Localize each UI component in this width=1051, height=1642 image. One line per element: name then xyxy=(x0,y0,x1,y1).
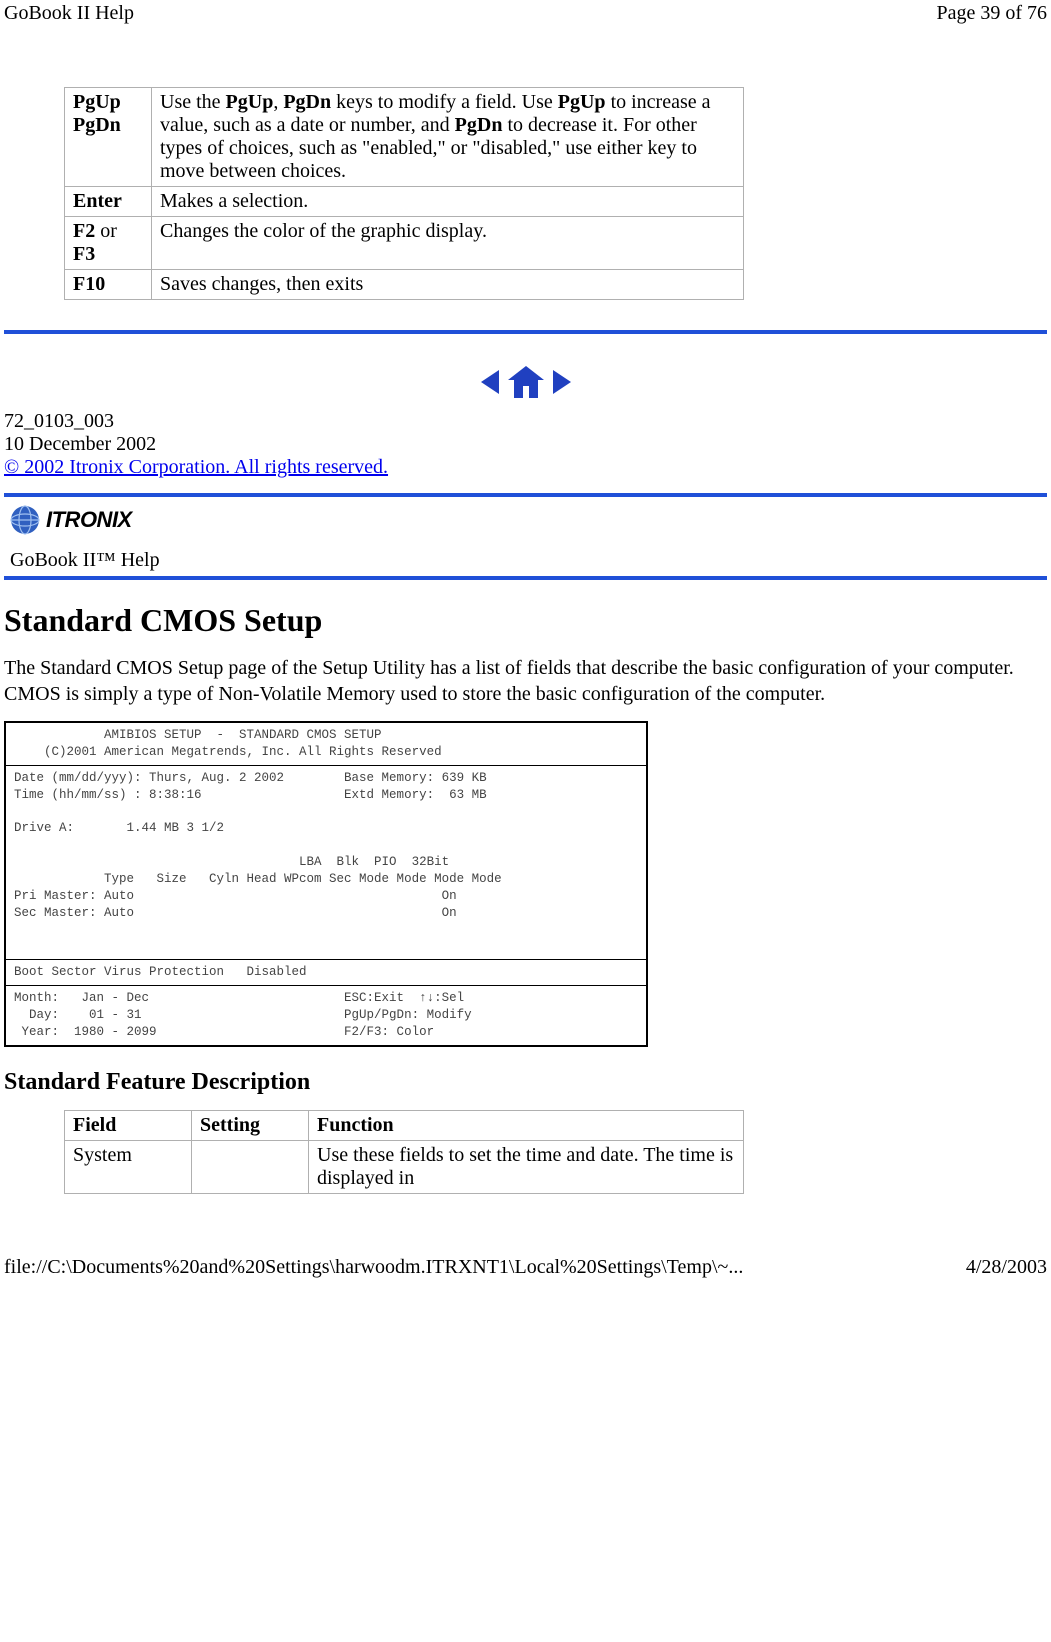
table-row: PgUpPgDnUse the PgUp, PgDn keys to modif… xyxy=(65,88,744,187)
bios-screenshot: AMIBIOS SETUP - STANDARD CMOS SETUP (C)2… xyxy=(4,721,648,1047)
section-heading: Standard CMOS Setup xyxy=(4,602,1047,639)
col-function: Function xyxy=(309,1110,744,1140)
bios-body1: Date (mm/dd/yyy): Thurs, Aug. 2 2002 Bas… xyxy=(6,766,646,961)
col-field: Field xyxy=(65,1110,192,1140)
desc-heading: Standard Feature Description xyxy=(4,1069,1047,1096)
page-content: PgUpPgDnUse the PgUp, PgDn keys to modif… xyxy=(0,87,1051,1194)
page-footer: file://C:\Documents%20and%20Settings\har… xyxy=(0,1254,1051,1281)
header-page: Page 39 of 76 xyxy=(936,2,1047,25)
home-icon[interactable] xyxy=(506,364,546,400)
table-row: F2 or F3Changes the color of the graphic… xyxy=(65,217,744,270)
bios-title: AMIBIOS SETUP - STANDARD CMOS SETUP (C)2… xyxy=(6,723,646,766)
table-row: EnterMakes a selection. xyxy=(65,187,744,217)
doc-info: 72_0103_003 10 December 2002 © 2002 Itro… xyxy=(4,410,1047,479)
copyright-link[interactable]: © 2002 Itronix Corporation. All rights r… xyxy=(4,456,388,478)
back-arrow-icon[interactable] xyxy=(475,366,501,398)
table-row: System Use these fields to set the time a… xyxy=(65,1140,744,1193)
bios-body3: Month: Jan - Dec ESC:Exit ↑↓:Sel Day: 01… xyxy=(6,986,646,1045)
section-divider xyxy=(4,330,1047,334)
gobook-help-label: GoBook II™ Help xyxy=(10,549,1041,572)
bios-body2: Boot Sector Virus Protection Disabled xyxy=(6,960,646,986)
header-title: GoBook II Help xyxy=(4,2,134,25)
doc-code: 72_0103_003 xyxy=(4,410,1047,433)
page-header: GoBook II Help Page 39 of 76 xyxy=(0,0,1051,27)
section-intro: The Standard CMOS Setup page of the Setu… xyxy=(4,655,1047,707)
desc-table: Field Setting Function System Use these f… xyxy=(64,1110,744,1194)
itronix-logo: ITRONIX xyxy=(10,505,1041,535)
key-cell: F10 xyxy=(65,270,152,300)
globe-icon xyxy=(10,505,40,535)
key-cell: PgUpPgDn xyxy=(65,88,152,187)
nav-icons xyxy=(4,364,1047,400)
key-cell: F2 or F3 xyxy=(65,217,152,270)
function-cell: Use these fields to set the time and dat… xyxy=(309,1140,744,1193)
key-cell: Enter xyxy=(65,187,152,217)
field-cell: System xyxy=(65,1140,192,1193)
desc-cell: Changes the color of the graphic display… xyxy=(152,217,744,270)
desc-cell: Saves changes, then exits xyxy=(152,270,744,300)
desc-cell: Use the PgUp, PgDn keys to modify a fiel… xyxy=(152,88,744,187)
col-setting: Setting xyxy=(192,1110,309,1140)
doc-date: 10 December 2002 xyxy=(4,433,1047,456)
setting-cell xyxy=(192,1140,309,1193)
key-table: PgUpPgDnUse the PgUp, PgDn keys to modif… xyxy=(64,87,744,300)
forward-arrow-icon[interactable] xyxy=(551,366,577,398)
logo-box: ITRONIX GoBook II™ Help xyxy=(4,493,1047,580)
brand-text: ITRONIX xyxy=(46,507,132,533)
table-row: F10Saves changes, then exits xyxy=(65,270,744,300)
desc-cell: Makes a selection. xyxy=(152,187,744,217)
footer-date: 4/28/2003 xyxy=(966,1256,1047,1279)
footer-path: file://C:\Documents%20and%20Settings\har… xyxy=(4,1256,743,1279)
